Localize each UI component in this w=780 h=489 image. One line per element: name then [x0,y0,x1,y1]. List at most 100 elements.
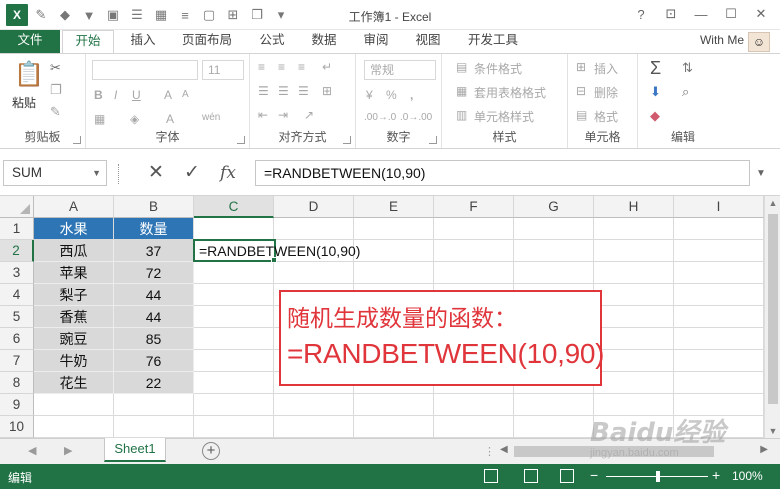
wrap-text-icon[interactable]: ↵ [322,60,332,74]
cell-f2[interactable] [434,240,514,262]
cell-h7[interactable] [594,350,674,372]
align-right-icon[interactable]: ☰ [298,84,309,98]
clear-icon[interactable]: ◆ [650,108,660,124]
row-header-5[interactable]: 5 [0,306,34,328]
underline-icon[interactable]: U [132,88,141,102]
normal-view-icon[interactable] [484,469,498,483]
scroll-left-icon[interactable]: ◀ [500,444,508,455]
tab-insert[interactable]: 插入 [122,30,164,53]
page-break-view-icon[interactable] [560,469,574,483]
column-header-b[interactable]: B [114,196,194,218]
increase-decimal-button[interactable]: .0→.00 [400,112,432,123]
enter-button[interactable]: ✓ [180,161,204,185]
cell-b4[interactable]: 44 [114,284,194,306]
close-button[interactable]: ✕ [746,2,776,26]
currency-icon[interactable]: ¥ [366,88,373,102]
cell-styles-button[interactable]: 单元格样式 [474,108,534,125]
account-name[interactable]: With Me [700,33,744,47]
column-header-d[interactable]: D [274,196,354,218]
cut-icon[interactable]: ✂ [50,60,61,76]
cell-g10[interactable] [514,416,594,438]
delete-cells-button[interactable]: 删除 [594,84,618,101]
font-size-dropdown[interactable]: 11 [202,60,244,80]
zoom-slider-knob[interactable] [656,471,660,482]
row-header-7[interactable]: 7 [0,350,34,372]
align-left-icon[interactable]: ☰ [258,84,269,98]
row-header-1[interactable]: 1 [0,218,34,240]
cell-b1[interactable]: 数量 [114,218,194,240]
zoom-in-button[interactable]: + [712,467,720,483]
cell-a7[interactable]: 牛奶 [34,350,114,372]
tab-page-layout[interactable]: 页面布局 [172,30,242,53]
launcher-icon[interactable] [429,136,437,144]
cell-i5[interactable] [674,306,764,328]
cell-a1[interactable]: 水果 [34,218,114,240]
sheet-tab-sheet1[interactable]: Sheet1 [104,438,166,462]
cell-c6[interactable] [194,328,274,350]
bold-icon[interactable]: B [94,88,103,102]
cell-e10[interactable] [354,416,434,438]
cell-i10[interactable] [674,416,764,438]
font-name-dropdown[interactable] [92,60,198,80]
column-header-a[interactable]: A [34,196,114,218]
launcher-icon[interactable] [237,136,245,144]
cell-c7[interactable] [194,350,274,372]
orientation-icon[interactable]: ↗ [304,108,314,122]
cell-a9[interactable] [34,394,114,416]
align-bottom-icon[interactable]: ≡ [298,60,305,74]
chevron-down-icon[interactable]: ▾ [270,4,292,26]
tab-view[interactable]: 视图 [406,30,450,53]
cell-c4[interactable] [194,284,274,306]
cell-h10[interactable] [594,416,674,438]
cell-d9[interactable] [274,394,354,416]
tab-review[interactable]: 审阅 [354,30,398,53]
horizontal-scrollbar[interactable]: ◀ ▶ [500,444,768,459]
cell-c8[interactable] [194,372,274,394]
font-color-icon[interactable]: A [166,112,174,126]
column-header-h[interactable]: H [594,196,674,218]
comma-button[interactable]: , [410,88,413,102]
column-header-e[interactable]: E [354,196,434,218]
conditional-format-button[interactable]: 条件格式 [474,60,522,77]
cancel-button[interactable]: ✕ [144,161,168,185]
cell-a10[interactable] [34,416,114,438]
image-icon[interactable]: ▣ [102,4,124,26]
avatar[interactable]: ☺ [748,32,770,52]
cell-h3[interactable] [594,262,674,284]
row-header-8[interactable]: 8 [0,372,34,394]
cell-i7[interactable] [674,350,764,372]
align-icon[interactable]: ☰ [126,4,148,26]
cell-g3[interactable] [514,262,594,284]
cell-a8[interactable]: 花生 [34,372,114,394]
minimize-button[interactable]: — [686,2,716,26]
fill-color-icon[interactable]: ◈ [130,112,139,126]
cell-g9[interactable] [514,394,594,416]
find-icon[interactable]: ⌕ [682,84,689,100]
copy-icon[interactable]: ❐ [246,4,268,26]
autosum-icon[interactable]: Σ [650,58,661,79]
column-header-c[interactable]: C [194,196,274,218]
row-header-4[interactable]: 4 [0,284,34,306]
cell-b10[interactable] [114,416,194,438]
zoom-out-button[interactable]: − [590,467,598,483]
ribbon-display-icon[interactable]: ⊡ [656,2,686,26]
cell-i3[interactable] [674,262,764,284]
format-cells-button[interactable]: 格式 [594,108,618,125]
cell-f1[interactable] [434,218,514,240]
cell-b5[interactable]: 44 [114,306,194,328]
decrease-indent-icon[interactable]: ⇤ [258,108,268,122]
cell-b8[interactable]: 22 [114,372,194,394]
cell-b9[interactable] [114,394,194,416]
border-icon[interactable]: ▢ [198,4,220,26]
prev-sheet-icon[interactable]: ◀ [28,444,36,457]
percent-button[interactable]: % [386,88,397,102]
cell-b7[interactable]: 76 [114,350,194,372]
number-format-dropdown[interactable]: 常规 [364,60,436,80]
column-header-f[interactable]: F [434,196,514,218]
cell-g1[interactable] [514,218,594,240]
sort-filter-icon[interactable]: ⇅ [682,60,693,76]
cell-h6[interactable] [594,328,674,350]
cell-b6[interactable]: 85 [114,328,194,350]
chevron-down-icon[interactable]: ▼ [92,161,101,185]
fill-handle[interactable] [271,257,277,263]
